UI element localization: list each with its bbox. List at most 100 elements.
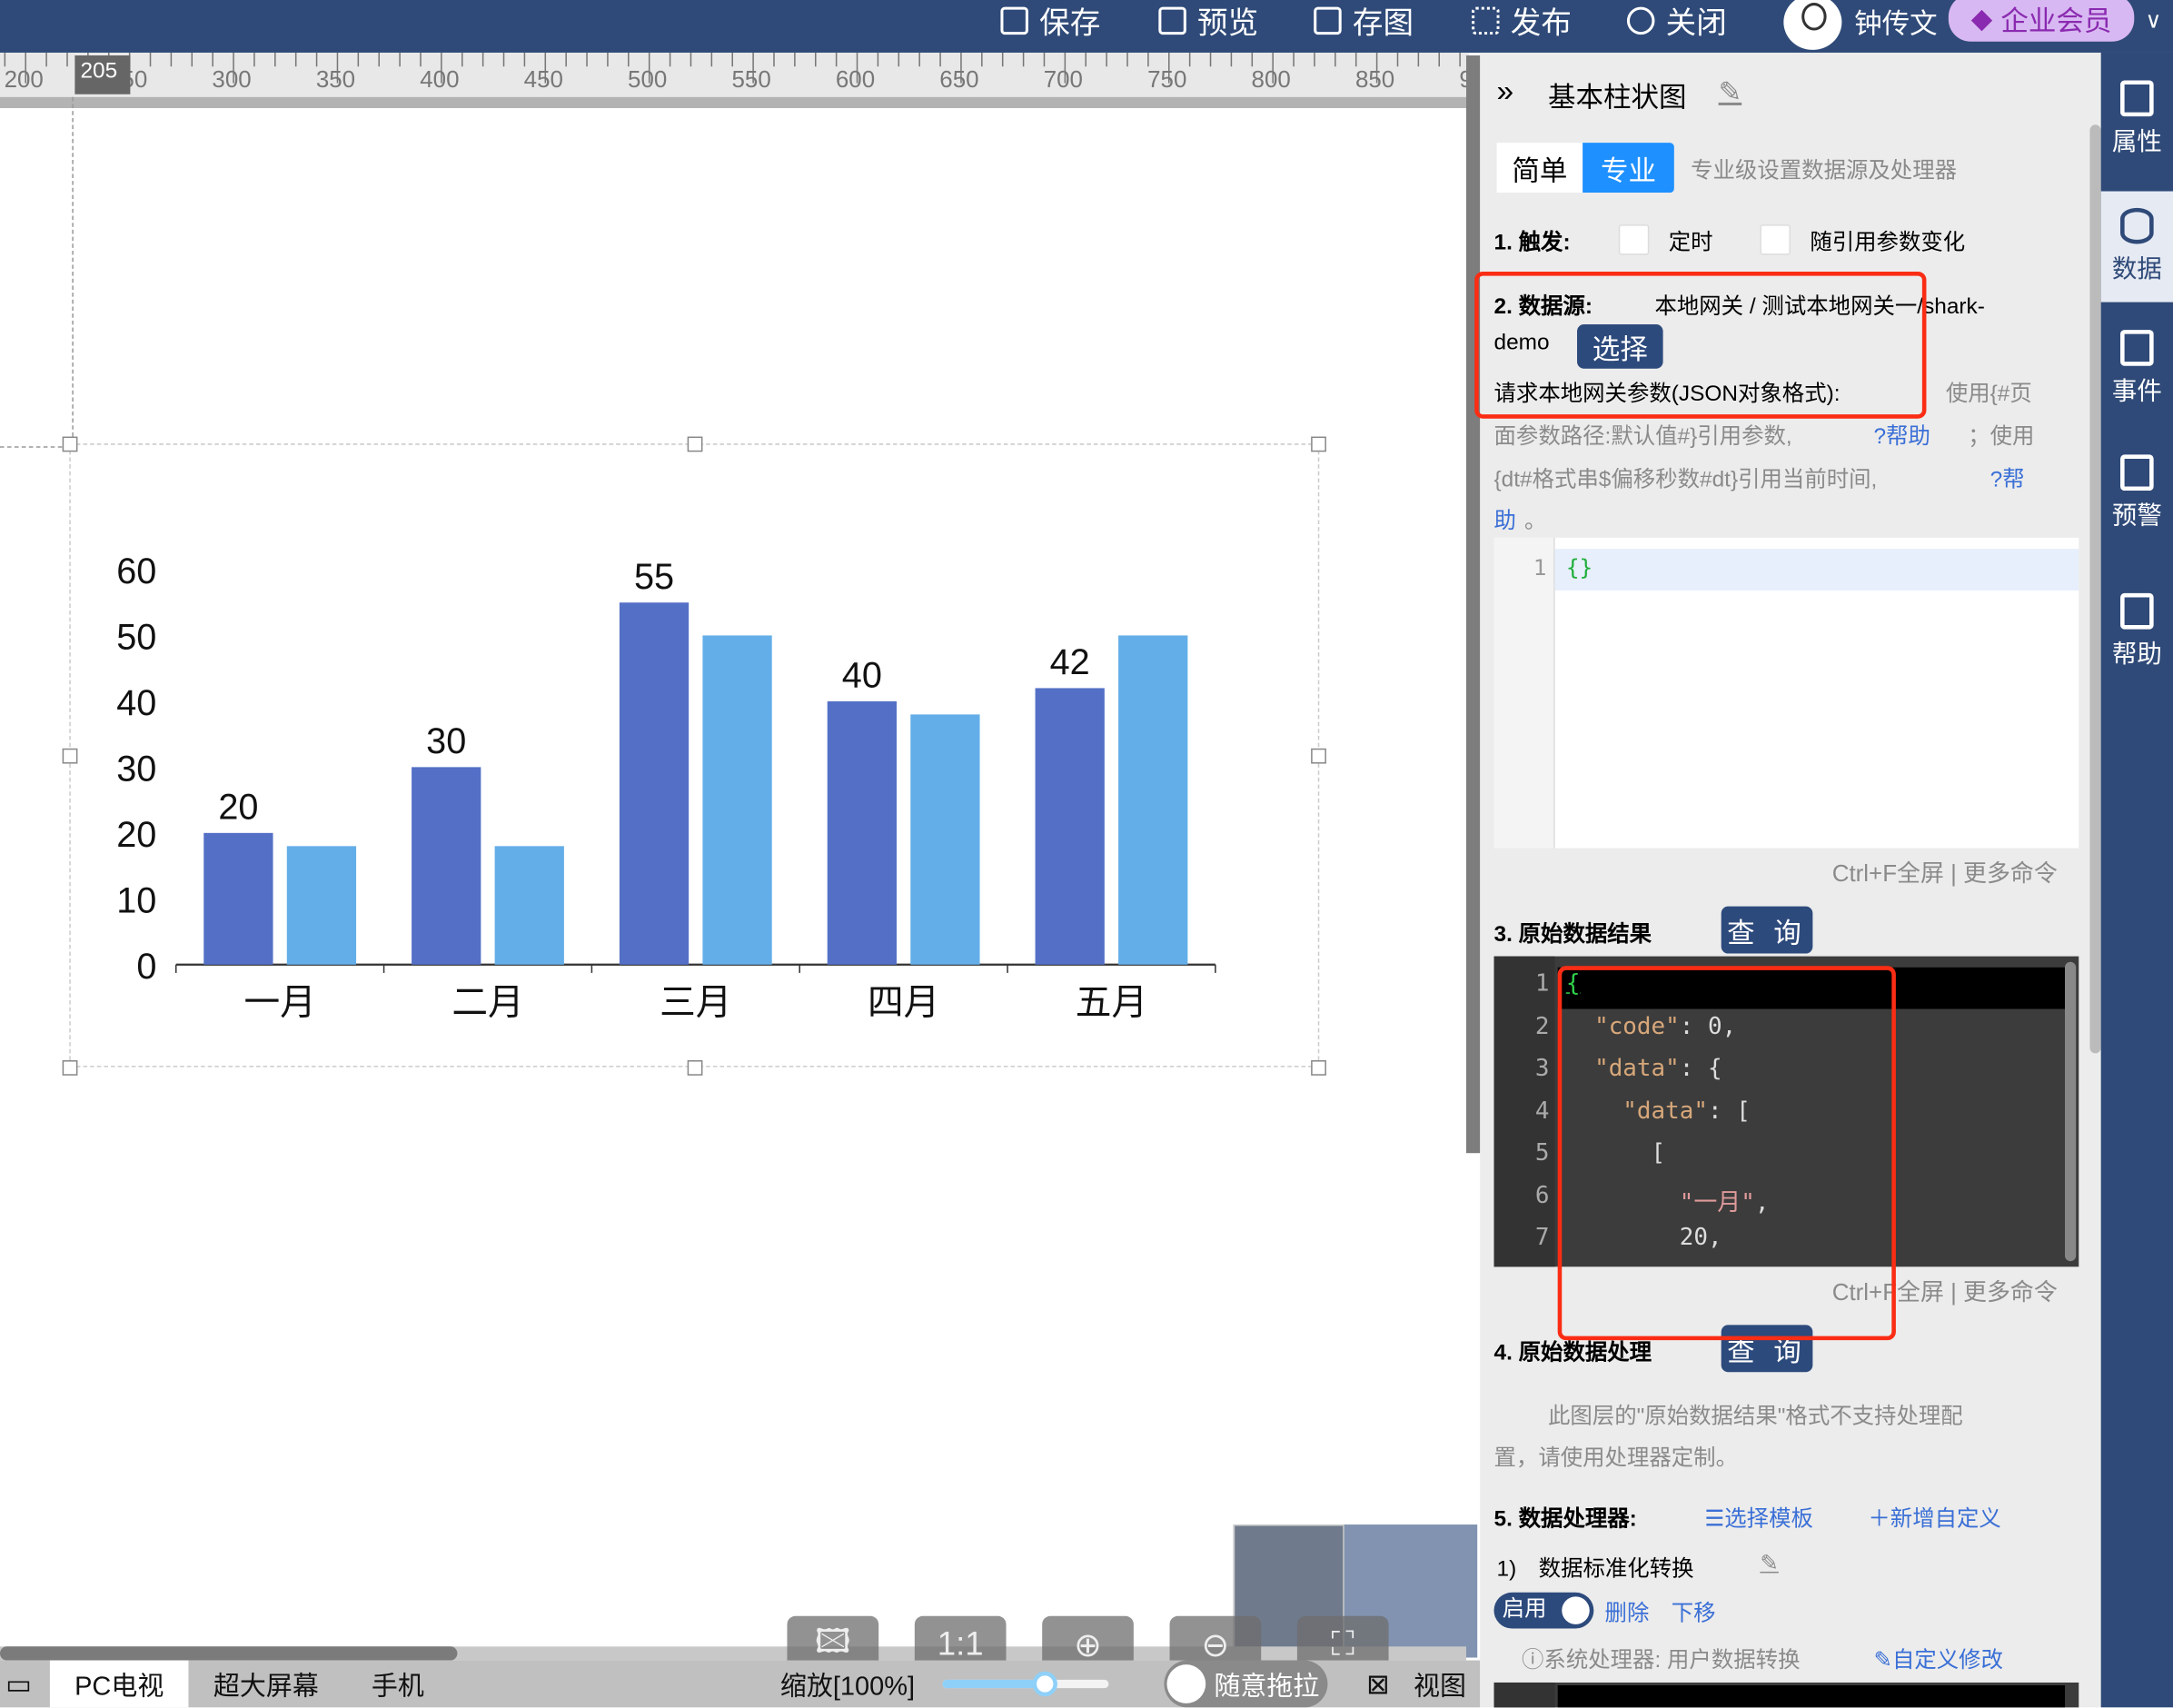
delete-link[interactable]: 删除 xyxy=(1605,1594,1650,1627)
bar-chart[interactable]: 0 10 20 30 40 50 60 一月 20 二月 30 三月 55 四月 40 五月 42 xyxy=(0,0,1466,1108)
sidebar-item-database[interactable]: 数据 xyxy=(2100,191,2173,303)
bar-series-2[interactable] xyxy=(1118,635,1188,965)
zoom-slider-fill xyxy=(942,1679,1046,1689)
fit-screen-icon: ⛶ xyxy=(1331,1625,1355,1663)
y-tick-label: 20 xyxy=(116,815,156,855)
highlight-box-raw-result xyxy=(1557,966,1896,1341)
process-note: 置，请使用处理器定制。 xyxy=(1493,1446,1739,1471)
help-link[interactable]: ?帮助 xyxy=(1873,417,1930,451)
tab-pc-tv[interactable]: PC电视 xyxy=(49,1660,189,1708)
help-text: 面参数路径:默认值#}引用参数, xyxy=(1493,425,1792,450)
processor-label: 5. 数据处理器: xyxy=(1493,1507,1637,1532)
resize-handle[interactable] xyxy=(687,1060,703,1076)
vertical-scrollbar[interactable] xyxy=(1465,55,1481,1154)
query-raw-button[interactable]: 查 询 xyxy=(1721,906,1813,954)
view-icon[interactable]: ⊠ xyxy=(1366,1661,1390,1708)
editor-gutter xyxy=(1493,537,1555,849)
zoom-out-icon: ⊖ xyxy=(1201,1626,1230,1664)
editor-gutter xyxy=(1493,1682,1555,1708)
zoom-label: 缩放[100%] xyxy=(779,1672,916,1702)
bar-series-1[interactable] xyxy=(1035,688,1105,965)
sidebar-item-label: 数据 xyxy=(2111,254,2162,283)
user-name[interactable]: 钟传文 xyxy=(1854,0,1938,42)
select-template-link[interactable]: ☰选择模板 xyxy=(1704,1500,1813,1534)
zoom-slider[interactable] xyxy=(942,1671,1109,1697)
edit-title-icon[interactable]: ✎ xyxy=(1719,74,1742,109)
processor-editor[interactable] xyxy=(1493,1682,2079,1708)
param-change-checkbox[interactable] xyxy=(1760,224,1791,255)
properties-icon xyxy=(2120,80,2154,117)
move-down-link[interactable]: 下移 xyxy=(1672,1594,1716,1627)
sidebar-item-properties[interactable]: 属性 xyxy=(2101,64,2173,174)
right-sidebar: 属性数据事件预警帮助 xyxy=(2100,52,2173,1708)
sidebar-item-label: 事件 xyxy=(2111,376,2162,405)
timer-checkbox[interactable] xyxy=(1618,224,1650,255)
x-tick-label: 五月 xyxy=(1076,983,1147,1023)
resize-handle[interactable] xyxy=(1311,1060,1326,1076)
process-note: 此图层的"原始数据结果"格式不支持处理配 xyxy=(1547,1405,1963,1429)
sidebar-item-event[interactable]: 事件 xyxy=(2101,313,2173,424)
edit-processor-icon[interactable]: ✎ xyxy=(1760,1550,1778,1578)
highlight-box-datasource xyxy=(1474,271,1927,419)
editor-scrollbar[interactable] xyxy=(2065,961,2077,1262)
member-badge-label: 企业会员 xyxy=(2000,5,2112,37)
sidebar-item-label: 预警 xyxy=(2111,501,2162,530)
sidebar-item-alarm[interactable]: 预警 xyxy=(2101,438,2173,549)
resize-handle[interactable] xyxy=(687,436,703,452)
resize-handle[interactable] xyxy=(1311,436,1326,452)
help-link[interactable]: 助 xyxy=(1493,501,1515,535)
power-icon xyxy=(1626,6,1655,35)
tab-simple[interactable]: 简单 xyxy=(1496,143,1583,194)
close-label: 关闭 xyxy=(1665,5,1727,41)
avatar[interactable] xyxy=(1783,0,1842,50)
scroll-thumb[interactable] xyxy=(0,1646,458,1661)
close-button[interactable]: 关闭 xyxy=(1626,0,1727,42)
bar-series-2[interactable] xyxy=(702,635,772,965)
sidebar-item-help[interactable]: 帮助 xyxy=(2101,577,2173,688)
add-custom-link[interactable]: ＋新增自定义 xyxy=(1868,1500,2000,1534)
y-tick-label: 60 xyxy=(116,551,156,591)
resize-handle[interactable] xyxy=(62,748,78,764)
toggle-knob xyxy=(1166,1664,1206,1703)
x-tick-label: 三月 xyxy=(660,983,731,1023)
sidebar-item-label: 属性 xyxy=(2111,127,2162,155)
enable-toggle[interactable]: 启用 xyxy=(1493,1592,1594,1629)
bar-series-2[interactable] xyxy=(910,714,980,965)
help-link[interactable]: ?帮 xyxy=(1990,460,2025,493)
bar-series-2[interactable] xyxy=(286,846,357,965)
trigger-label: 1. 触发: xyxy=(1493,231,1571,255)
y-tick-label: 40 xyxy=(116,683,156,723)
resize-handle[interactable] xyxy=(62,436,78,452)
member-badge[interactable]: ◆ 企业会员 xyxy=(1948,0,2135,42)
monitor-icon: ▭ xyxy=(5,1669,32,1701)
zoom-slider-knob[interactable] xyxy=(1032,1671,1057,1697)
view-button[interactable]: 视图 xyxy=(1414,1661,1466,1708)
params-editor[interactable]: 1 {} xyxy=(1493,537,2079,849)
publish-button[interactable]: 发布 xyxy=(1472,0,1572,42)
resize-handle[interactable] xyxy=(62,1060,78,1076)
help-text: 。 xyxy=(1524,510,1547,534)
diamond-icon: ◆ xyxy=(1970,3,1993,35)
free-drag-toggle[interactable]: 随意拖拉 xyxy=(1164,1660,1328,1708)
alarm-icon xyxy=(2120,454,2154,492)
panel-scrollbar[interactable] xyxy=(2089,124,2101,1054)
bar-series-2[interactable] xyxy=(494,846,564,965)
tab-mobile[interactable]: 手机 xyxy=(372,1661,424,1708)
y-tick-label: 0 xyxy=(136,947,156,987)
tab-professional[interactable]: 专业 xyxy=(1583,143,1674,194)
bar-series-1[interactable] xyxy=(827,700,898,965)
y-tick-label: 50 xyxy=(116,618,156,658)
timer-label: 定时 xyxy=(1668,231,1713,255)
chevron-down-icon[interactable]: ∨ xyxy=(2145,0,2161,42)
app: 保存 预览 存图 发布 关闭 钟传文 ◆企业会员 ∨ 2002503003504… xyxy=(0,0,2173,1708)
editor-footer[interactable]: Ctrl+F全屏 | 更多命令 xyxy=(1832,854,2058,889)
bar-series-1[interactable] xyxy=(412,767,481,965)
custom-edit-link[interactable]: ✎自定义修改 xyxy=(1873,1641,2003,1674)
tab-big-screen[interactable]: 超大屏幕 xyxy=(213,1661,319,1708)
collapse-panel-icon[interactable]: » xyxy=(1497,74,1514,110)
bar-series-1[interactable] xyxy=(619,602,690,965)
x-tick-label: 二月 xyxy=(451,983,523,1023)
bar-series-1[interactable] xyxy=(203,832,273,965)
help-text: 使用{#页 xyxy=(1945,382,2032,406)
resize-handle[interactable] xyxy=(1311,748,1326,764)
